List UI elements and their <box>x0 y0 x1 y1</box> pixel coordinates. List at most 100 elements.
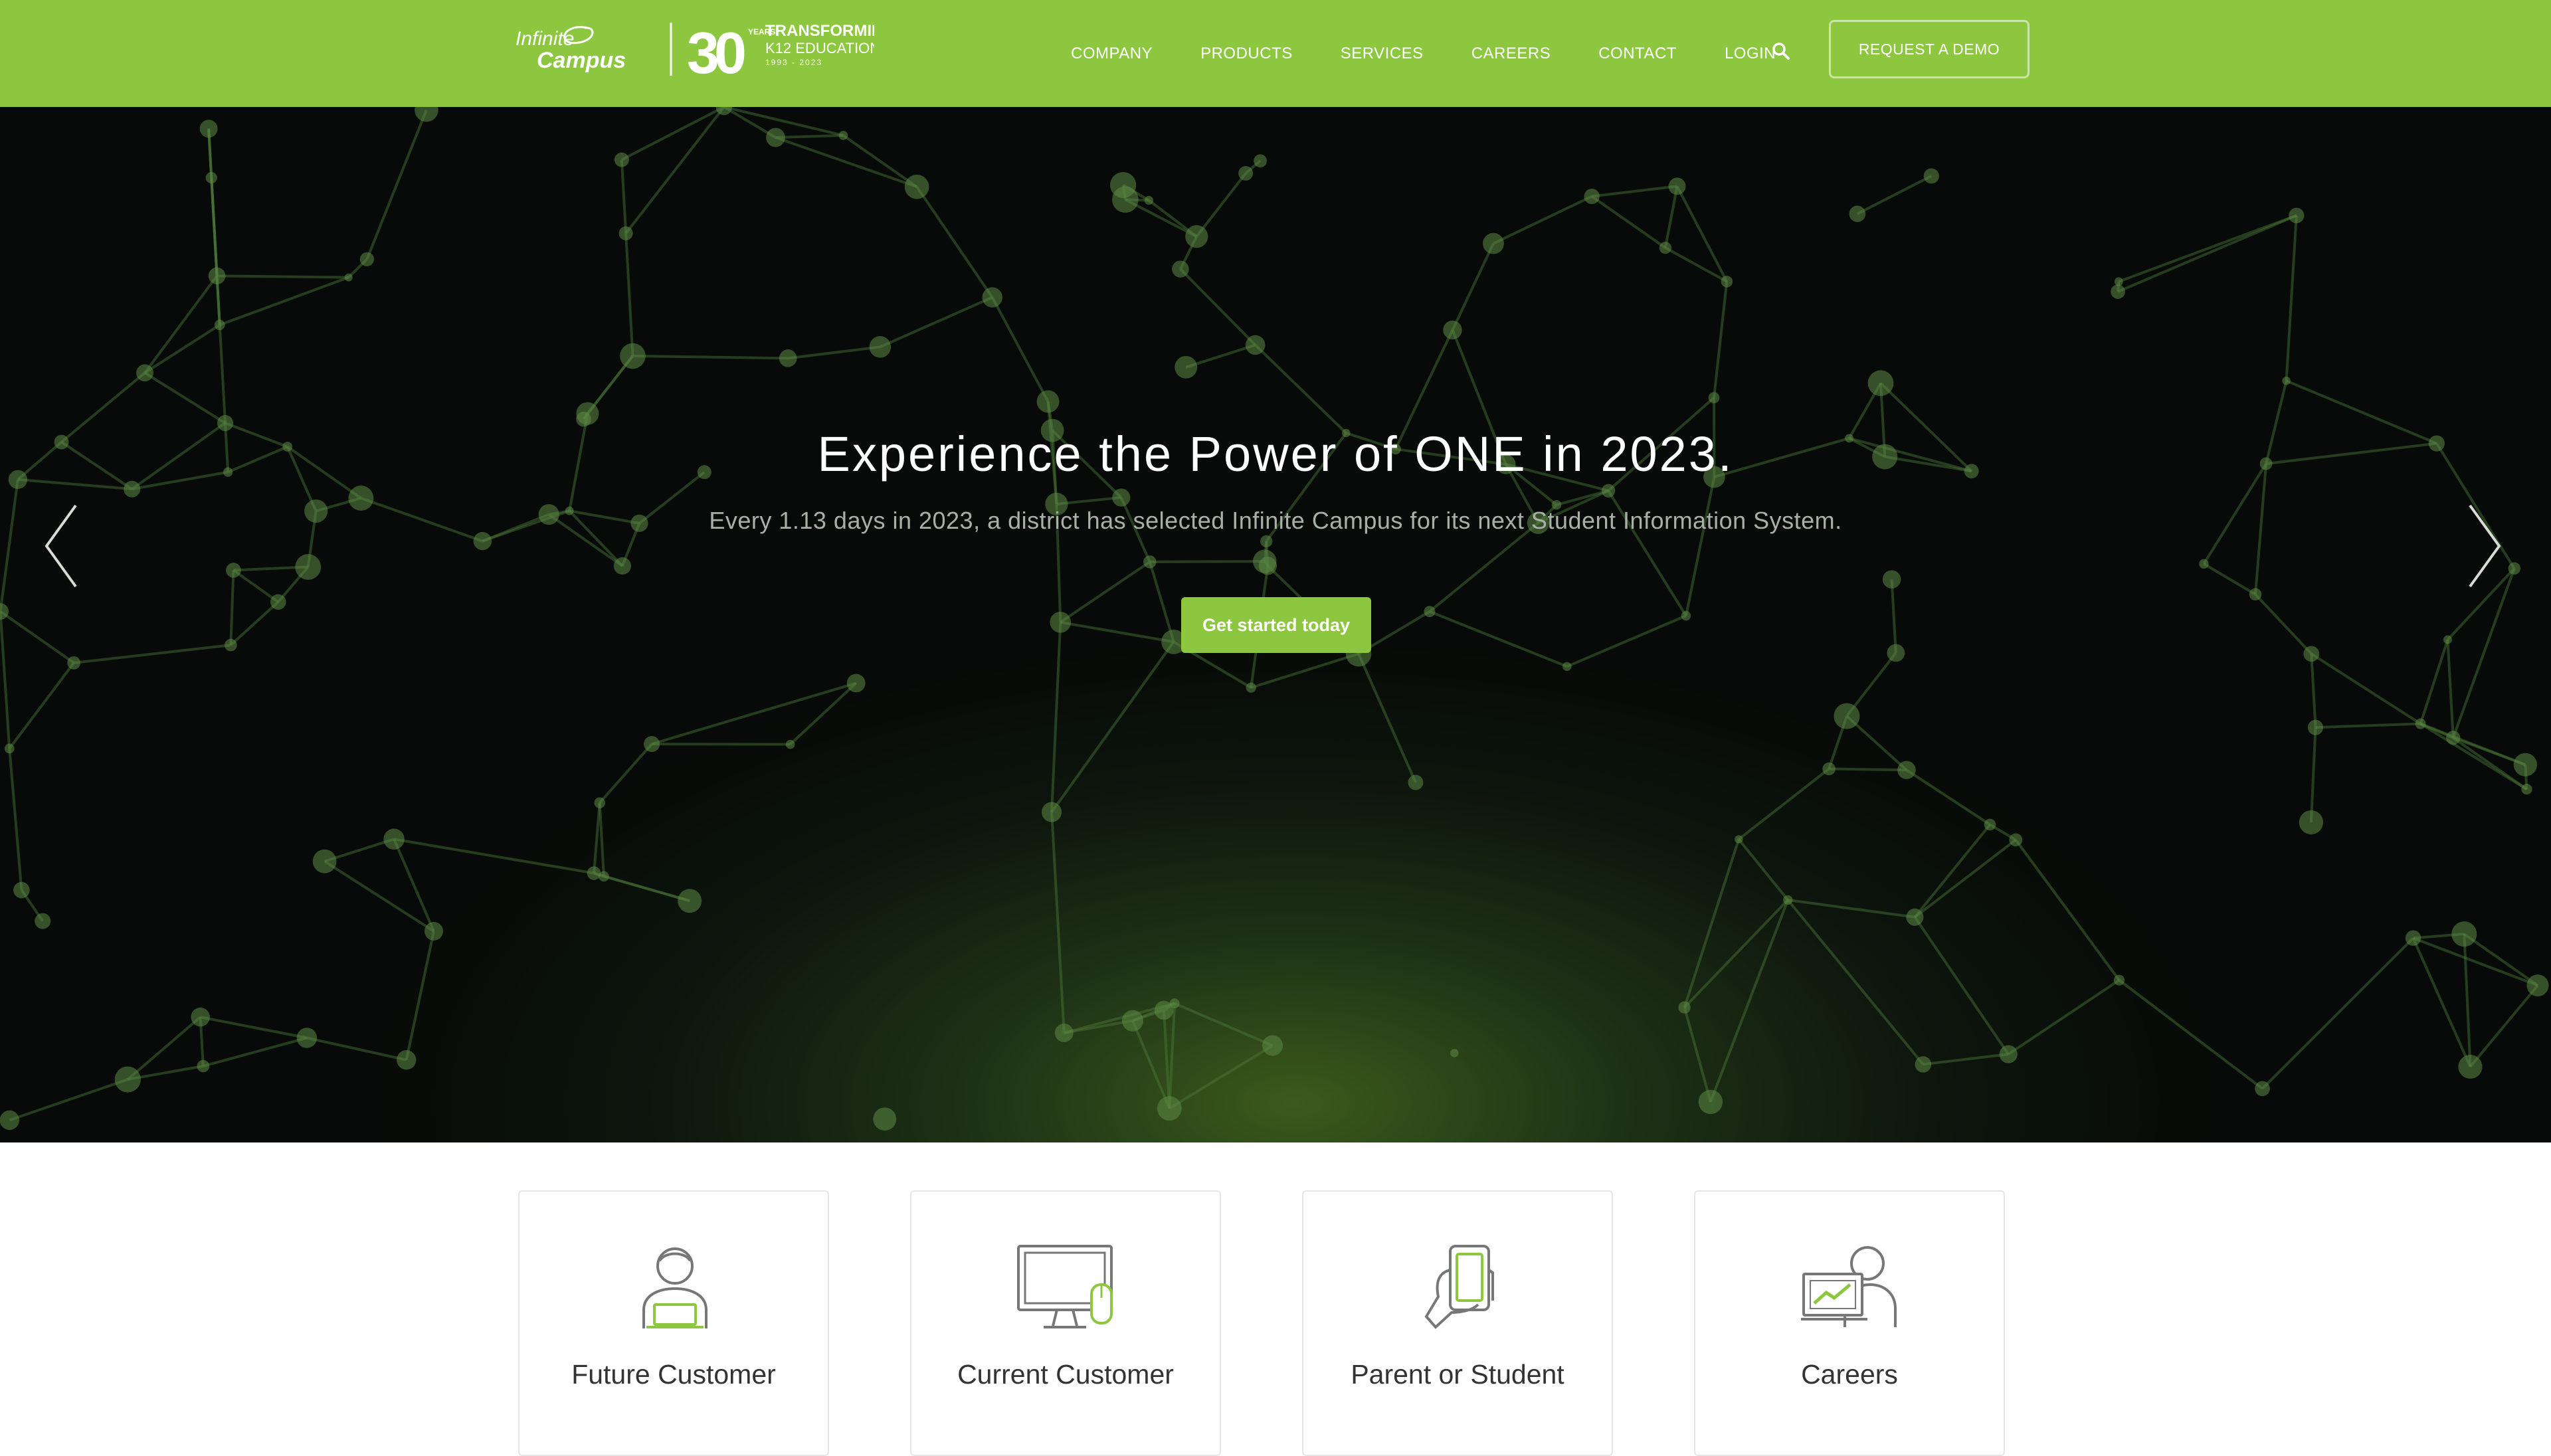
network-line <box>775 137 917 187</box>
main-nav: COMPANY PRODUCTS SERVICES CAREERS CONTAC… <box>1050 0 1824 107</box>
network-node <box>295 554 321 580</box>
network-line <box>1685 840 1739 1008</box>
network-line <box>9 749 21 890</box>
nav-contact[interactable]: CONTACT <box>1598 45 1677 63</box>
network-node <box>0 1111 19 1130</box>
network-node <box>873 1107 896 1131</box>
audience-cards: Future Customer Current Customer Parent … <box>0 1142 2551 1435</box>
nav-login[interactable]: LOGIN <box>1725 45 1776 63</box>
network-line <box>74 645 231 663</box>
network-line <box>394 839 594 873</box>
network-node <box>1443 321 1462 339</box>
network-line <box>145 276 217 373</box>
card-parent-student[interactable]: Parent or Student <box>1302 1190 1613 1456</box>
network-node <box>1238 166 1253 181</box>
card-current-customer[interactable]: Current Customer <box>910 1190 1221 1456</box>
network-node <box>766 128 785 147</box>
network-line <box>2255 594 2311 654</box>
network-line <box>2311 727 2316 822</box>
network-line <box>1829 769 1907 770</box>
get-started-button[interactable]: Get started today <box>1181 597 1371 653</box>
network-line <box>1 612 10 749</box>
network-node <box>136 364 153 381</box>
network-line <box>231 602 278 645</box>
network-node <box>587 866 601 880</box>
network-line <box>1196 173 1246 236</box>
network-node <box>1246 683 1256 693</box>
card-label: Future Customer <box>520 1359 828 1390</box>
network-line <box>600 803 604 877</box>
network-node <box>620 343 646 369</box>
svg-text:Campus: Campus <box>537 48 626 73</box>
network-line <box>201 1017 307 1038</box>
network-node <box>2514 753 2537 776</box>
nav-products[interactable]: PRODUCTS <box>1200 45 1293 63</box>
network-node <box>1185 225 1208 248</box>
network-line <box>217 276 349 277</box>
hero-carousel: Experience the Power of ONE in 2023. Eve… <box>0 107 2551 1142</box>
network-node <box>2451 921 2477 947</box>
network-line <box>407 931 434 1060</box>
network-line <box>2421 724 2527 790</box>
network-line <box>992 298 1048 402</box>
network-line <box>1788 900 1923 1064</box>
network-line <box>1060 562 1150 622</box>
network-line <box>231 570 233 645</box>
network-node <box>226 563 241 578</box>
chevron-left-icon[interactable] <box>41 503 81 589</box>
network-node <box>397 1050 416 1069</box>
svg-text:K12 EDUCATION: K12 EDUCATION <box>765 40 874 56</box>
card-future-customer[interactable]: Future Customer <box>518 1190 829 1456</box>
network-node <box>1259 557 1277 575</box>
network-line <box>1175 1004 1272 1046</box>
network-node <box>1681 611 1691 621</box>
network-line <box>145 373 225 423</box>
network-node <box>1262 1036 1283 1056</box>
network-node <box>345 274 353 282</box>
search-icon[interactable] <box>1771 41 1791 61</box>
hero-subtitle: Every 1.13 days in 2023, a district has … <box>0 507 2551 535</box>
network-node <box>67 656 80 670</box>
network-node <box>2508 563 2521 575</box>
nav-company[interactable]: COMPANY <box>1071 45 1153 63</box>
chevron-right-icon[interactable] <box>2465 503 2504 589</box>
network-line <box>2471 986 2538 1067</box>
network-node <box>383 829 405 850</box>
network-line <box>1739 769 1829 839</box>
network-line <box>2464 934 2538 985</box>
request-demo-button[interactable]: REQUEST A DEMO <box>1829 20 2030 78</box>
network-line <box>788 347 880 358</box>
network-node <box>1424 606 1435 617</box>
network-line <box>2453 569 2514 738</box>
network-node <box>415 107 438 122</box>
network-node <box>576 412 591 427</box>
network-line <box>1685 1008 1711 1102</box>
network-line <box>880 298 992 347</box>
network-node <box>215 319 225 330</box>
network-line <box>1060 622 1174 642</box>
network-node <box>1735 835 1743 843</box>
network-line <box>307 1038 407 1060</box>
nav-services[interactable]: SERVICES <box>1341 45 1424 63</box>
nav-careers[interactable]: CAREERS <box>1471 45 1551 63</box>
network-node <box>1055 1024 1074 1042</box>
network-node <box>1584 189 1600 204</box>
network-line <box>1915 824 1990 917</box>
network-node <box>1721 276 1733 288</box>
network-node <box>1110 172 1136 198</box>
network-line <box>632 356 788 358</box>
network-line <box>233 570 278 602</box>
network-line <box>1359 654 1416 782</box>
infinite-campus-30-years-logo[interactable]: Infinite Campus 30 YEARS TRANSFORMING K1… <box>516 20 874 80</box>
network-line <box>220 325 225 423</box>
network-node <box>1709 392 1720 403</box>
network-node <box>1050 612 1071 633</box>
network-line <box>2204 564 2255 594</box>
network-line <box>843 136 917 187</box>
network-node <box>1897 761 1916 779</box>
card-careers[interactable]: Careers <box>1694 1190 2005 1456</box>
network-line <box>652 683 856 744</box>
network-node <box>5 744 15 754</box>
network-node <box>1868 370 1894 396</box>
network-line <box>1714 282 1727 398</box>
